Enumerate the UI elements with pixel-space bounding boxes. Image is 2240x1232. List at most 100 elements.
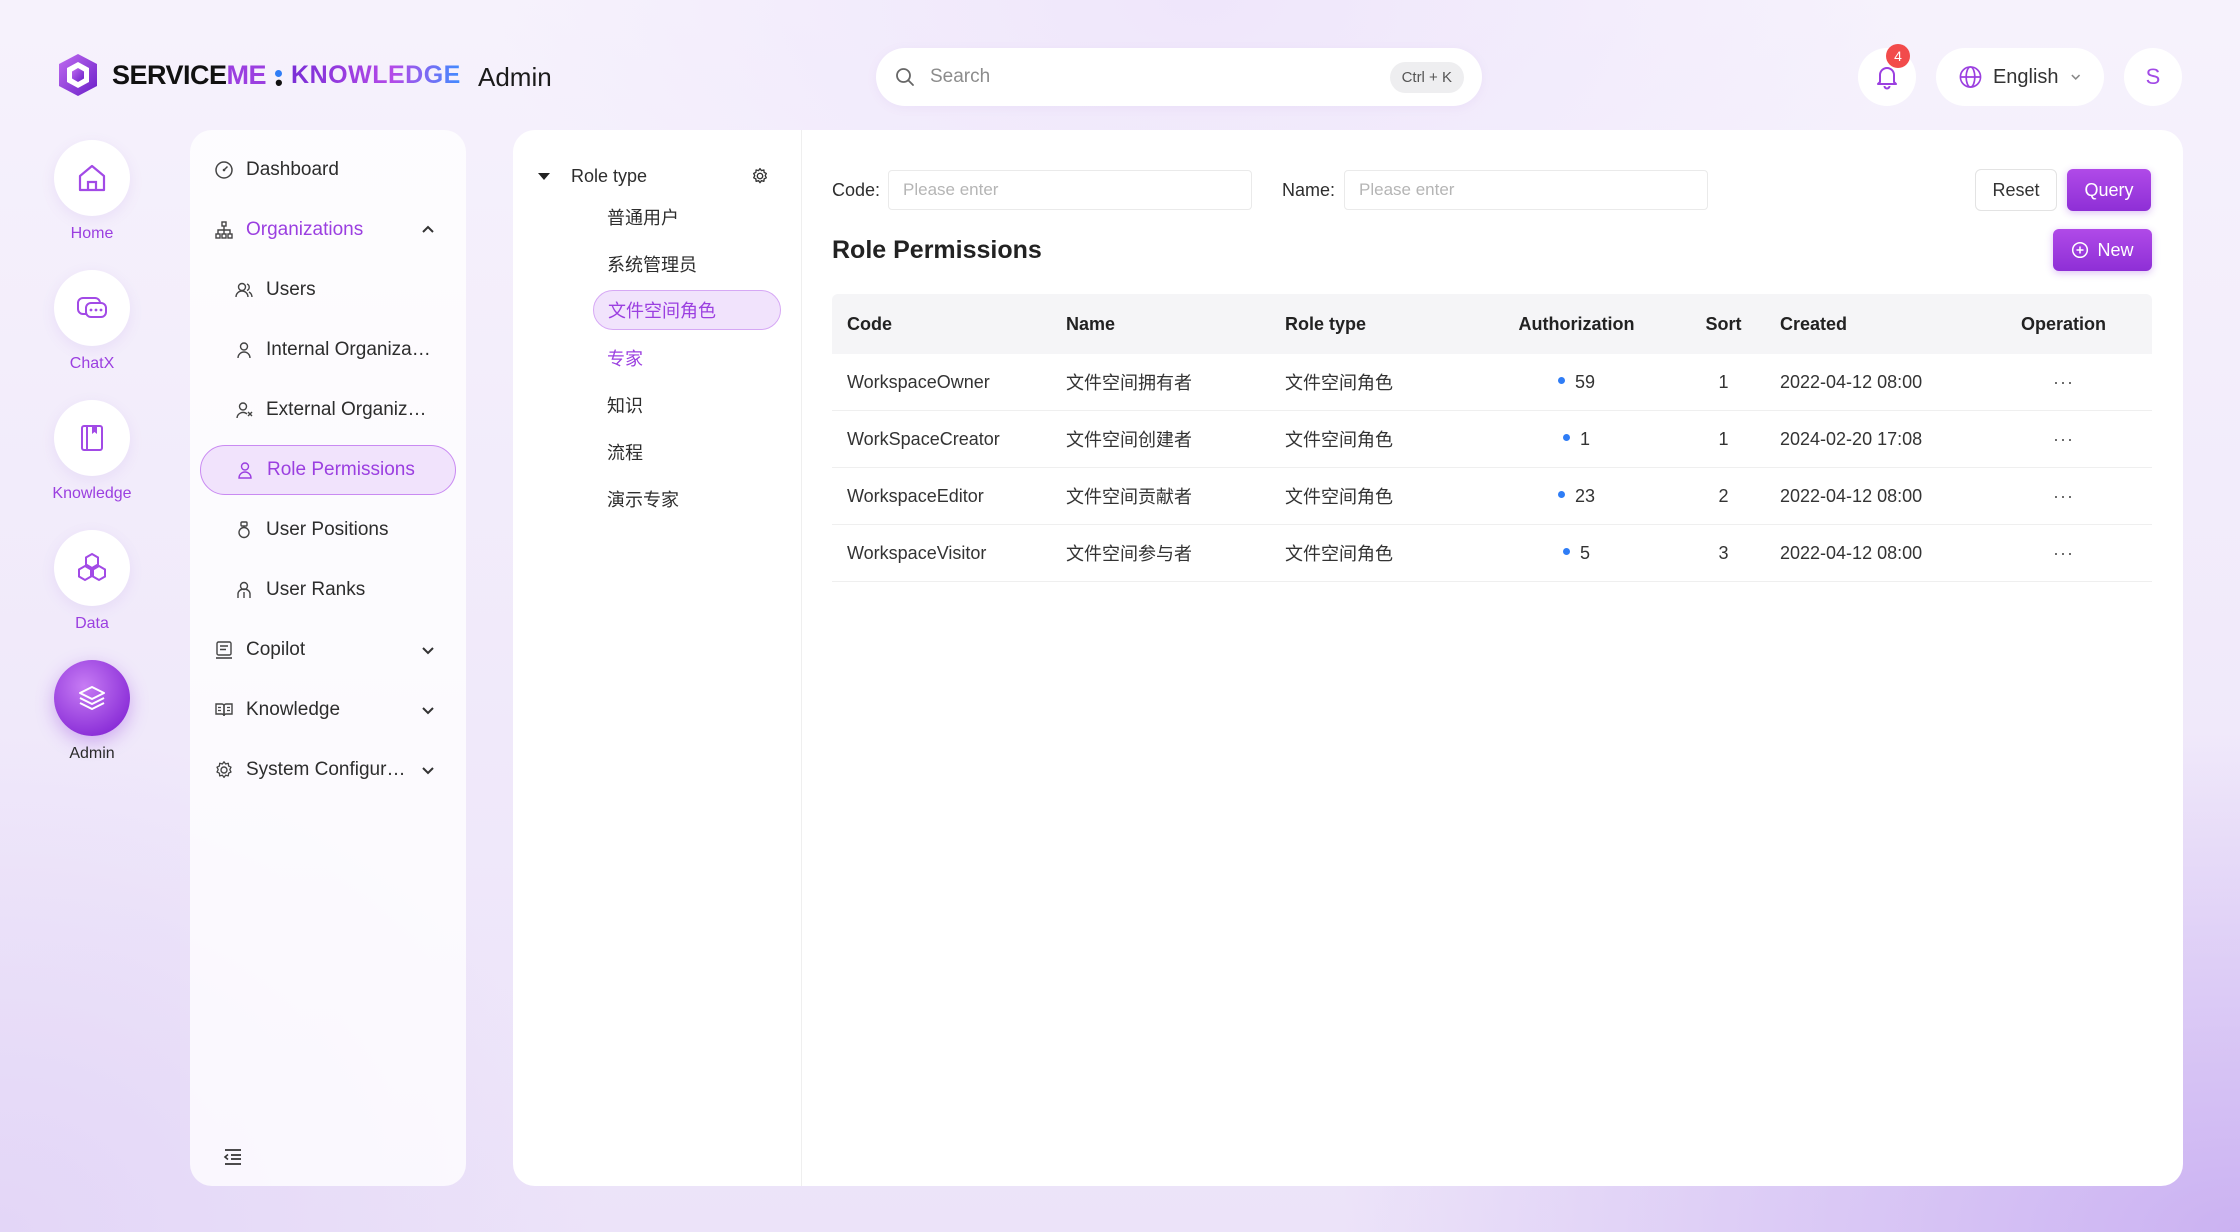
rail-item-data[interactable]: Data <box>40 530 144 660</box>
code-filter-input[interactable] <box>888 170 1252 210</box>
tree-node[interactable]: 流程 <box>593 432 781 472</box>
more-actions-icon[interactable]: ··· <box>1975 429 2152 450</box>
rail-admin-button[interactable] <box>54 660 130 736</box>
layers-icon <box>79 686 105 710</box>
tree-root-role-type[interactable]: Role type <box>537 156 787 196</box>
table-row[interactable]: WorkspaceEditor 文件空间贡献者 文件空间角色 23 2 2022… <box>832 468 2152 525</box>
content-area: Code: Name: Reset Query Role Permissions… <box>802 130 2183 1186</box>
tree-node[interactable]: 普通用户 <box>593 197 781 237</box>
brand-name: SERVICE ME • KNOWLEDGE <box>112 59 461 95</box>
cell-code: WorkspaceOwner <box>847 371 990 392</box>
settings-gear-icon[interactable] <box>751 167 769 185</box>
nav-label-external-org: External Organizati... <box>266 399 436 420</box>
nav-item-user-ranks[interactable]: User Ranks <box>200 565 456 615</box>
table-row[interactable]: WorkspaceOwner 文件空间拥有者 文件空间角色 59 1 2022-… <box>832 354 2152 411</box>
gauge-icon <box>215 161 233 179</box>
caret-down-icon[interactable] <box>537 169 551 183</box>
role-type-tree: Role type 普通用户 系统管理员 文件空间角色 专家 知识 流程 演示专… <box>513 130 802 1186</box>
user-avatar[interactable]: S <box>2124 48 2182 106</box>
cell-authorization[interactable]: 1 <box>1478 429 1675 450</box>
more-actions-icon[interactable]: ··· <box>1975 486 2152 507</box>
rail-item-chatx[interactable]: ChatX <box>40 270 144 400</box>
rail-label-knowledge: Knowledge <box>52 485 132 502</box>
nav-label-organizations: Organizations <box>246 219 364 240</box>
nav-item-system-config[interactable]: System Configurati... <box>200 745 456 795</box>
cell-code: WorkSpaceCreator <box>847 428 1000 449</box>
cell-authorization[interactable]: 23 <box>1478 486 1675 507</box>
table-row[interactable]: WorkSpaceCreator 文件空间创建者 文件空间角色 1 1 2024… <box>832 411 2152 468</box>
brand-service: SERVICE <box>112 59 227 90</box>
rail-label-data: Data <box>75 615 109 632</box>
nav-item-knowledge[interactable]: Knowledge <box>200 685 456 735</box>
nav-item-role-permissions[interactable]: Role Permissions <box>200 445 456 495</box>
col-header-name[interactable]: Name <box>1051 314 1270 335</box>
col-header-authorization[interactable]: Authorization <box>1478 314 1675 335</box>
hexagons-icon <box>78 552 106 582</box>
cell-authorization[interactable]: 59 <box>1478 372 1675 393</box>
rail-home-button[interactable] <box>54 140 130 216</box>
rail-item-knowledge[interactable]: Knowledge <box>40 400 144 530</box>
rail-data-button[interactable] <box>54 530 130 606</box>
rail-item-home[interactable]: Home <box>40 140 144 270</box>
brand-logo[interactable]: SERVICE ME • KNOWLEDGE <box>56 52 461 98</box>
nav-item-external-org[interactable]: External Organizati... <box>200 385 456 435</box>
more-actions-icon[interactable]: ··· <box>1975 372 2152 393</box>
col-header-sort[interactable]: Sort <box>1675 314 1772 335</box>
rail-item-admin[interactable]: Admin <box>40 660 144 790</box>
table-row[interactable]: WorkspaceVisitor 文件空间参与者 文件空间角色 5 3 2022… <box>832 525 2152 582</box>
nav-item-internal-org[interactable]: Internal Organizati... <box>200 325 456 375</box>
nav-item-copilot[interactable]: Copilot <box>200 625 456 675</box>
page-title: Admin <box>478 62 552 92</box>
brand-dot: • <box>275 69 283 95</box>
query-button[interactable]: Query <box>2067 169 2151 211</box>
cell-name: 文件空间拥有者 <box>1066 373 1192 393</box>
nav-item-users[interactable]: Users <box>200 265 456 315</box>
tree-node[interactable]: 知识 <box>593 385 781 425</box>
status-dot <box>1557 491 1565 499</box>
authorization-count: 5 <box>1579 542 1590 563</box>
brand-me: ME <box>226 59 267 90</box>
rail-chatx-button[interactable] <box>54 270 130 346</box>
new-button[interactable]: New <box>2053 229 2152 271</box>
search-input[interactable] <box>930 66 1390 88</box>
cell-name: 文件空间创建者 <box>1066 430 1192 450</box>
more-actions-icon[interactable]: ··· <box>1975 543 2152 564</box>
language-selector[interactable]: English <box>1936 48 2104 106</box>
tree-node[interactable]: 专家 <box>593 338 781 378</box>
col-header-code[interactable]: Code <box>832 314 1051 335</box>
rail-knowledge-button[interactable] <box>54 400 130 476</box>
search-bar[interactable]: Ctrl + K <box>876 48 1482 106</box>
tree-node[interactable]: 演示专家 <box>593 479 781 519</box>
col-header-role-type[interactable]: Role type <box>1270 314 1478 335</box>
cell-name: 文件空间贡献者 <box>1066 487 1192 507</box>
col-header-created[interactable]: Created <box>1772 314 1975 335</box>
users-icon <box>235 282 253 298</box>
open-book-icon <box>215 703 233 717</box>
name-filter-input[interactable] <box>1344 170 1708 210</box>
cell-code: WorkspaceEditor <box>847 485 984 506</box>
chevron-down-icon <box>422 647 434 655</box>
cell-code: WorkspaceVisitor <box>847 542 987 563</box>
cell-created: 2022-04-12 08:00 <box>1780 542 1923 563</box>
chevron-up-icon <box>422 225 434 233</box>
search-shortcut: Ctrl + K <box>1389 61 1464 93</box>
brand-knowledge: KNOWLEDGE <box>291 60 461 89</box>
collapse-menu-icon[interactable] <box>222 1146 244 1168</box>
nav-label-role-permissions: Role Permissions <box>267 459 415 480</box>
cell-created: 2024-02-20 17:08 <box>1780 428 1923 449</box>
reset-button[interactable]: Reset <box>1975 169 2057 211</box>
chevron-down-icon <box>422 707 434 715</box>
nav-item-organizations[interactable]: Organizations <box>200 205 456 255</box>
tree-node-selected[interactable]: 文件空间角色 <box>593 290 781 330</box>
copilot-icon <box>216 641 232 659</box>
cell-authorization[interactable]: 5 <box>1478 543 1675 564</box>
nav-item-user-positions[interactable]: User Positions <box>200 505 456 555</box>
notification-badge: 4 <box>1886 44 1910 68</box>
chevron-down-icon <box>2070 74 2080 81</box>
cell-created: 2022-04-12 08:00 <box>1780 485 1923 506</box>
tree-node[interactable]: 系统管理员 <box>593 244 781 284</box>
cell-role-type: 文件空间角色 <box>1285 430 1393 450</box>
nav-item-dashboard[interactable]: Dashboard <box>200 145 456 195</box>
rail-label-home: Home <box>70 225 114 242</box>
role-permissions-table: Code Name Role type Authorization Sort C… <box>832 294 2152 582</box>
